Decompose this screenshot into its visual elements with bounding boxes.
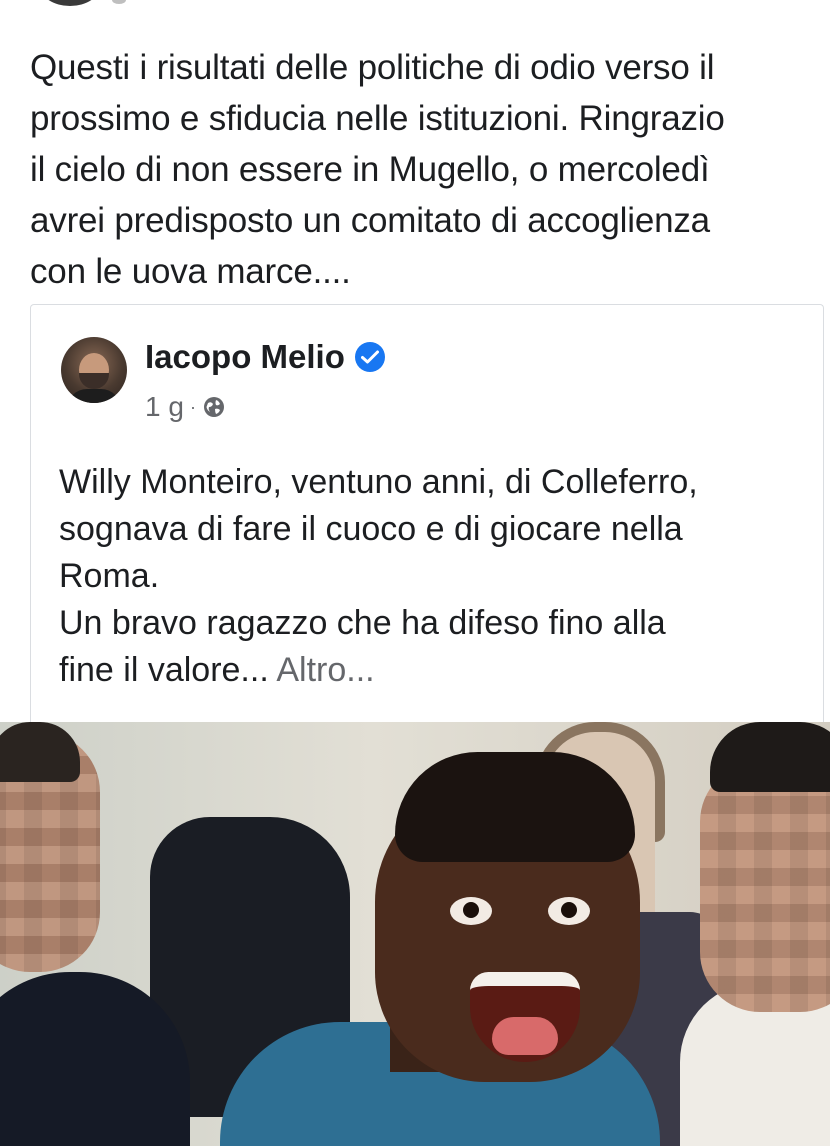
meta-separator: · (189, 396, 196, 417)
right-person-pixelated-face (700, 762, 830, 1012)
shared-text-line: Un bravo ragazzo che ha difeso fino alla (59, 604, 666, 642)
author-avatar[interactable] (61, 337, 127, 403)
see-more-link[interactable]: Altro... (276, 651, 374, 689)
author-name[interactable]: Iacopo Melio (145, 338, 345, 376)
header-remnant (112, 0, 126, 4)
post-text-line: avrei predisposto un comitato di accogli… (30, 201, 710, 240)
shared-text-line: fine il valore... Altro... (59, 647, 809, 694)
globe-icon (202, 395, 226, 419)
shared-text-last-line: fine il valore... (59, 651, 269, 689)
post-text-line: prossimo e sfiducia nelle istituzioni. R… (30, 99, 725, 138)
post-text-line: Questi i risultati delle politiche di od… (30, 48, 715, 87)
main-person-eye-right (548, 897, 590, 925)
main-person-eye-left (450, 897, 492, 925)
shared-post-text: Willy Monteiro, ventuno anni, di Collefe… (59, 459, 809, 694)
post-timestamp[interactable]: 1 g (145, 391, 184, 423)
post-photo[interactable] (0, 722, 830, 1146)
main-person-hair (395, 752, 635, 862)
main-person-tongue (492, 1017, 558, 1055)
poster-avatar[interactable] (40, 0, 100, 6)
right-person-hair (710, 722, 830, 792)
shared-text-line: sognava di fare il cuoco e di giocare ne… (59, 510, 683, 548)
post-text-line: con le uova marce.... (30, 252, 351, 291)
shared-text-line: Roma. (59, 557, 160, 595)
verified-badge-icon (354, 342, 385, 372)
post-text: Questi i risultati delle politiche di od… (30, 42, 810, 297)
shared-text-line: Willy Monteiro, ventuno anni, di Collefe… (59, 463, 698, 501)
author-row: Iacopo Melio (145, 335, 385, 379)
shared-post-card[interactable]: Iacopo Melio 1 g · Willy Monteiro, ventu… (30, 304, 824, 725)
facebook-post-screenshot: Questi i risultati delle politiche di od… (0, 0, 830, 1146)
post-meta: 1 g · (145, 389, 226, 425)
post-text-line: il cielo di non essere in Mugello, o mer… (30, 150, 710, 189)
